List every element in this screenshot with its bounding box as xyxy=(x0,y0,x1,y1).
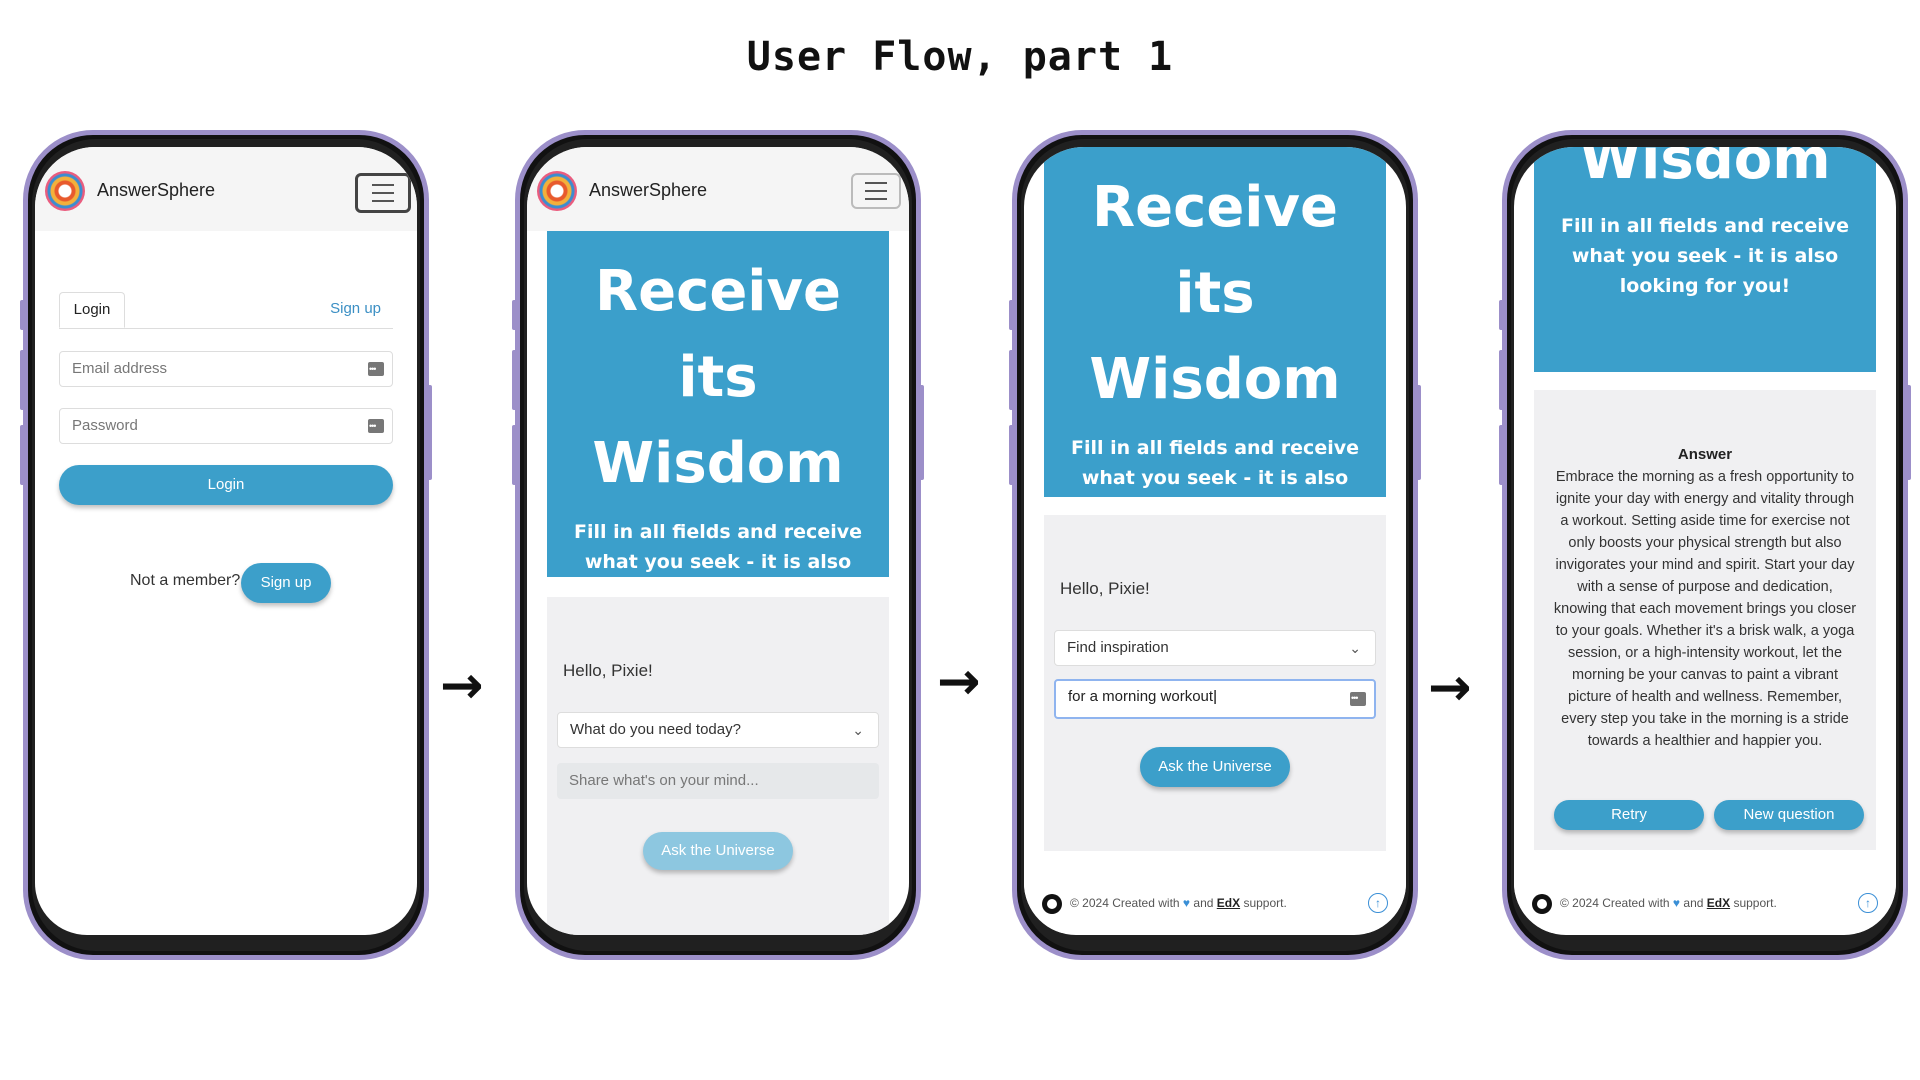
question-input[interactable]: for a morning workout| xyxy=(1054,679,1376,719)
footer: © 2024 Created with ♥ and EdX support. ↑ xyxy=(1024,877,1406,933)
flow-arrow: → xyxy=(937,652,981,712)
footer-text: © 2024 Created with ♥ and EdX support. xyxy=(1070,896,1287,910)
screen: Wisdom Fill in all fields and receive wh… xyxy=(1514,147,1896,935)
hero-title-line2: Wisdom xyxy=(1089,347,1341,412)
menu-icon[interactable] xyxy=(851,173,901,209)
screen: AnswerSphere Receive its Wisdom Fill in … xyxy=(527,147,909,935)
password-manager-icon[interactable] xyxy=(368,409,384,443)
ask-button-disabled[interactable]: Ask the Universe xyxy=(643,832,793,870)
brand-name: AnswerSphere xyxy=(97,180,216,200)
hero-banner: Wisdom Fill in all fields and receive wh… xyxy=(1534,147,1876,372)
screen: Receive its Wisdom Fill in all fields an… xyxy=(1024,147,1406,935)
password-manager-icon[interactable] xyxy=(1350,682,1366,714)
scroll-up-icon[interactable]: ↑ xyxy=(1368,893,1388,913)
greeting: Hello, Pixie! xyxy=(563,661,653,680)
not-member-text: Not a member? xyxy=(130,572,241,589)
ask-button[interactable]: Ask the Universe xyxy=(1140,747,1290,787)
hero-banner: Receive its Wisdom Fill in all fields an… xyxy=(547,231,889,603)
footer: © 2024 Created with ♥ and EdX support. ↑ xyxy=(1514,877,1896,933)
greeting: Hello, Pixie! xyxy=(1060,579,1150,598)
menu-icon[interactable] xyxy=(355,173,411,213)
github-icon[interactable] xyxy=(1532,894,1552,914)
input-placeholder: Share what's on your mind... xyxy=(569,772,759,789)
answer-card: Answer Embrace the morning as a fresh op… xyxy=(1534,390,1876,850)
question-input[interactable]: Share what's on your mind... xyxy=(557,763,879,799)
retry-button[interactable]: Retry xyxy=(1554,800,1704,830)
new-question-button[interactable]: New question xyxy=(1714,800,1864,830)
phone-filled-form-screen: Receive its Wisdom Fill in all fields an… xyxy=(1009,130,1421,960)
auth-tabs: Login Sign up xyxy=(59,292,393,329)
tab-signup[interactable]: Sign up xyxy=(330,292,381,326)
logo-icon xyxy=(45,171,85,211)
chevron-down-icon: ⌄ xyxy=(852,722,864,738)
phone-login-screen: AnswerSphere Login Sign up Email address… xyxy=(20,130,432,960)
chevron-down-icon: ⌄ xyxy=(1349,640,1361,656)
scroll-up-icon[interactable]: ↑ xyxy=(1858,893,1878,913)
screen: AnswerSphere Login Sign up Email address… xyxy=(35,147,417,935)
footer-text: © 2024 Created with ♥ and EdX support. xyxy=(1560,896,1777,910)
email-field[interactable]: Email address xyxy=(59,351,393,387)
heart-icon: ♥ xyxy=(1672,896,1681,910)
flow-arrow: → xyxy=(440,656,484,716)
github-icon[interactable] xyxy=(1042,894,1062,914)
hero-banner: Receive its Wisdom Fill in all fields an… xyxy=(1044,147,1386,519)
app-header: AnswerSphere xyxy=(35,147,417,231)
need-select[interactable]: Find inspiration ⌄ xyxy=(1054,630,1376,666)
hero-title-line1: Receive its xyxy=(1092,175,1338,326)
hero-title-line2: Wisdom xyxy=(592,431,844,496)
password-manager-icon[interactable] xyxy=(368,352,384,386)
select-value: Find inspiration xyxy=(1067,639,1169,656)
edx-link[interactable]: EdX xyxy=(1217,896,1240,910)
select-value: What do you need today? xyxy=(570,721,741,738)
answer-text: Embrace the morning as a fresh opportuni… xyxy=(1553,469,1857,749)
question-card: Hello, Pixie! Find inspiration ⌄ for a m… xyxy=(1044,515,1386,851)
password-field[interactable]: Password xyxy=(59,408,393,444)
edx-link[interactable]: EdX xyxy=(1707,896,1730,910)
login-button[interactable]: Login xyxy=(59,465,393,505)
flow-arrow: → xyxy=(1428,658,1472,718)
phone-answer-screen: Wisdom Fill in all fields and receive wh… xyxy=(1499,130,1911,960)
need-select[interactable]: What do you need today? ⌄ xyxy=(557,712,879,748)
question-card: Hello, Pixie! What do you need today? ⌄ … xyxy=(547,597,889,935)
hero-subtitle: Fill in all fields and receive what you … xyxy=(573,521,862,603)
phone-form-screen: AnswerSphere Receive its Wisdom Fill in … xyxy=(512,130,924,960)
email-placeholder: Email address xyxy=(72,360,168,377)
hero-title-line1: Receive its xyxy=(595,259,841,410)
hero-subtitle: Fill in all fields and receive what you … xyxy=(1070,437,1359,519)
hero-title-line2: Wisdom xyxy=(1579,147,1831,192)
tab-login[interactable]: Login xyxy=(59,292,125,328)
password-placeholder: Password xyxy=(72,417,138,434)
logo-icon xyxy=(537,171,577,211)
page-title: User Flow, part 1 xyxy=(746,34,1174,80)
input-value: for a morning workout xyxy=(1068,688,1214,705)
heart-icon: ♥ xyxy=(1182,896,1191,910)
answer-title: Answer xyxy=(1677,446,1733,463)
hero-subtitle: Fill in all fields and receive what you … xyxy=(1560,215,1849,297)
signup-button[interactable]: Sign up xyxy=(241,563,331,603)
app-header: AnswerSphere xyxy=(527,147,909,231)
brand-name: AnswerSphere xyxy=(589,180,708,200)
